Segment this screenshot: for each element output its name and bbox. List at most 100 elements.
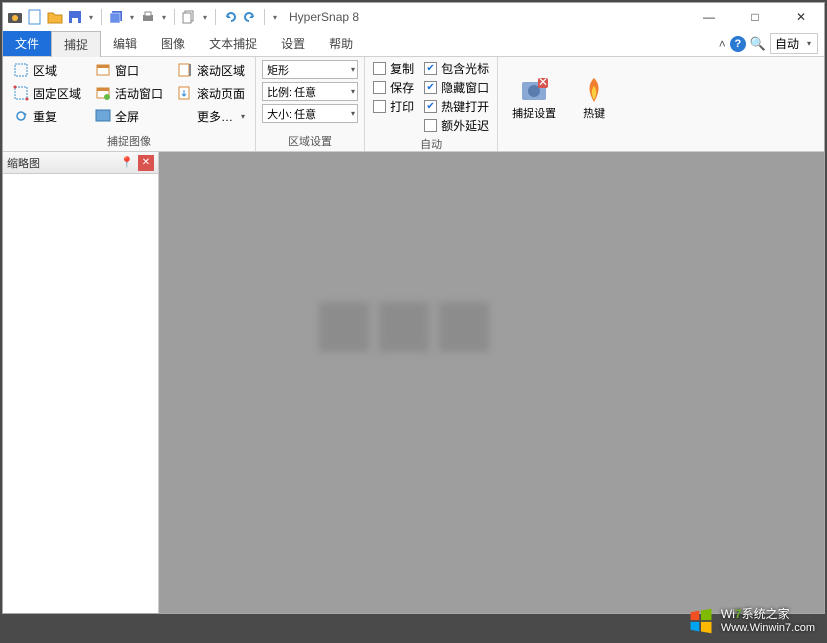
extra-delay-checkbox[interactable]: 额外延迟 (422, 116, 491, 134)
app-window: ▾ ▾ ▾ ▾ ▾ HyperSnap 8 — □ ✕ 文件 捕捉 编辑 图像 … (2, 2, 825, 614)
save-icon[interactable] (67, 9, 83, 25)
menu-file[interactable]: 文件 (3, 31, 51, 56)
scroll-region-button[interactable]: 滚动区域 (173, 59, 249, 81)
group-label-auto: 自动 (371, 134, 491, 154)
content-area: 缩略图 📍 ✕ (3, 152, 824, 613)
qat-customize-icon[interactable]: ▾ (271, 13, 279, 22)
shape-combo[interactable]: 矩形▾ (262, 60, 358, 79)
save-dropdown-icon[interactable]: ▾ (87, 13, 95, 22)
more-button[interactable]: 更多…▾ (173, 105, 249, 127)
checkbox-icon: ✔ (424, 62, 437, 75)
separator (215, 9, 216, 25)
hotkey-button[interactable]: 热键 (570, 59, 618, 135)
maximize-button[interactable]: □ (732, 3, 778, 31)
blurred-content (319, 302, 489, 352)
redo-icon[interactable] (242, 9, 258, 25)
canvas-area[interactable] (159, 152, 824, 613)
fixed-region-icon (13, 85, 29, 101)
save-all-icon[interactable] (108, 9, 124, 25)
window-button[interactable]: 窗口 (91, 59, 167, 81)
checkbox-icon (373, 81, 386, 94)
scroll-region-icon (177, 62, 193, 78)
panel-close-button[interactable]: ✕ (138, 155, 154, 171)
watermark-logo-icon (687, 607, 715, 635)
checkbox-icon (373, 62, 386, 75)
camera-icon[interactable] (7, 9, 23, 25)
region-button[interactable]: 区域 (9, 59, 85, 81)
checkbox-icon: ✔ (424, 81, 437, 94)
ribbon: 区域 固定区域 重复 窗口 活动窗口 全屏 滚动区域 滚动页面 更多…▾ 捕捉图… (3, 57, 824, 152)
window-controls: — □ ✕ (686, 3, 824, 31)
menubar: 文件 捕捉 编辑 图像 文本捕捉 设置 帮助 ˄ ? 🔍 自动 ▾ (3, 31, 824, 57)
ribbon-group-capture: 区域 固定区域 重复 窗口 活动窗口 全屏 滚动区域 滚动页面 更多…▾ 捕捉图… (3, 57, 256, 151)
menu-image[interactable]: 图像 (149, 31, 197, 56)
save-checkbox[interactable]: 保存 (371, 78, 416, 96)
menu-capture[interactable]: 捕捉 (51, 31, 101, 57)
more-icon (177, 108, 193, 124)
copy-checkbox[interactable]: 复制 (371, 59, 416, 77)
menu-edit[interactable]: 编辑 (101, 31, 149, 56)
window-icon (95, 62, 111, 78)
open-icon[interactable] (47, 9, 63, 25)
saveall-dropdown-icon[interactable]: ▾ (128, 13, 136, 22)
scroll-page-icon (177, 85, 193, 101)
active-window-icon (95, 85, 111, 101)
print-checkbox[interactable]: 打印 (371, 97, 416, 115)
repeat-button[interactable]: 重复 (9, 105, 85, 127)
hotkey-open-checkbox[interactable]: ✔热键打开 (422, 97, 491, 115)
ribbon-group-buttons: ✕ 捕捉设置 热键 (498, 57, 624, 151)
group-label-capture: 捕捉图像 (9, 131, 249, 151)
region-icon (13, 62, 29, 78)
close-button[interactable]: ✕ (778, 3, 824, 31)
search-icon[interactable]: 🔍 (750, 36, 766, 52)
print-dropdown-icon[interactable]: ▾ (160, 13, 168, 22)
fixed-region-button[interactable]: 固定区域 (9, 82, 85, 104)
checkbox-icon (373, 100, 386, 113)
print-icon[interactable] (140, 9, 156, 25)
menu-textcapture[interactable]: 文本捕捉 (197, 31, 269, 56)
separator (264, 9, 265, 25)
watermark-brand: Wi7系统之家 (721, 607, 815, 621)
auto-combo-label: 自动 (775, 35, 799, 52)
hotkey-icon (578, 74, 610, 106)
undo-icon[interactable] (222, 9, 238, 25)
ribbon-group-auto: 复制 保存 打印 ✔包含光标 ✔隐藏窗口 ✔热键打开 额外延迟 自动 (365, 57, 498, 151)
repeat-icon (13, 108, 29, 124)
chevron-down-icon: ▾ (807, 39, 811, 48)
quick-access-toolbar: ▾ ▾ ▾ ▾ ▾ (3, 9, 283, 25)
watermark-url: Www.Winwin7.com (721, 621, 815, 635)
hide-window-checkbox[interactable]: ✔隐藏窗口 (422, 78, 491, 96)
auto-combo[interactable]: 自动 ▾ (770, 33, 818, 54)
scroll-page-button[interactable]: 滚动页面 (173, 82, 249, 104)
chevron-down-icon: ▾ (351, 109, 355, 118)
collapse-ribbon-icon[interactable]: ˄ (719, 37, 726, 51)
copy-dropdown-icon[interactable]: ▾ (201, 13, 209, 22)
menu-settings[interactable]: 设置 (269, 31, 317, 56)
separator (174, 9, 175, 25)
panel-title: 缩略图 (7, 155, 116, 171)
pin-icon[interactable]: 📍 (116, 156, 138, 169)
include-cursor-checkbox[interactable]: ✔包含光标 (422, 59, 491, 77)
chevron-down-icon: ▾ (351, 65, 355, 74)
chevron-down-icon: ▾ (351, 87, 355, 96)
size-combo[interactable]: 大小:任意▾ (262, 104, 358, 123)
fullscreen-button[interactable]: 全屏 (91, 105, 167, 127)
window-title: HyperSnap 8 (283, 10, 686, 24)
menu-help[interactable]: 帮助 (317, 31, 365, 56)
help-icon[interactable]: ? (730, 36, 746, 52)
thumbnail-panel: 缩略图 📍 ✕ (3, 152, 159, 613)
ratio-combo[interactable]: 比例:任意▾ (262, 82, 358, 101)
fullscreen-icon (95, 108, 111, 124)
minimize-button[interactable]: — (686, 3, 732, 31)
active-window-button[interactable]: 活动窗口 (91, 82, 167, 104)
watermark: Wi7系统之家 Www.Winwin7.com (687, 607, 815, 635)
new-icon[interactable] (27, 9, 43, 25)
capture-settings-icon: ✕ (518, 74, 550, 106)
svg-text:✕: ✕ (538, 75, 548, 89)
group-label-region: 区域设置 (262, 131, 358, 151)
copy-icon[interactable] (181, 9, 197, 25)
titlebar: ▾ ▾ ▾ ▾ ▾ HyperSnap 8 — □ ✕ (3, 3, 824, 31)
checkbox-icon: ✔ (424, 100, 437, 113)
chevron-down-icon: ▾ (241, 112, 245, 121)
capture-settings-button[interactable]: ✕ 捕捉设置 (504, 59, 564, 135)
